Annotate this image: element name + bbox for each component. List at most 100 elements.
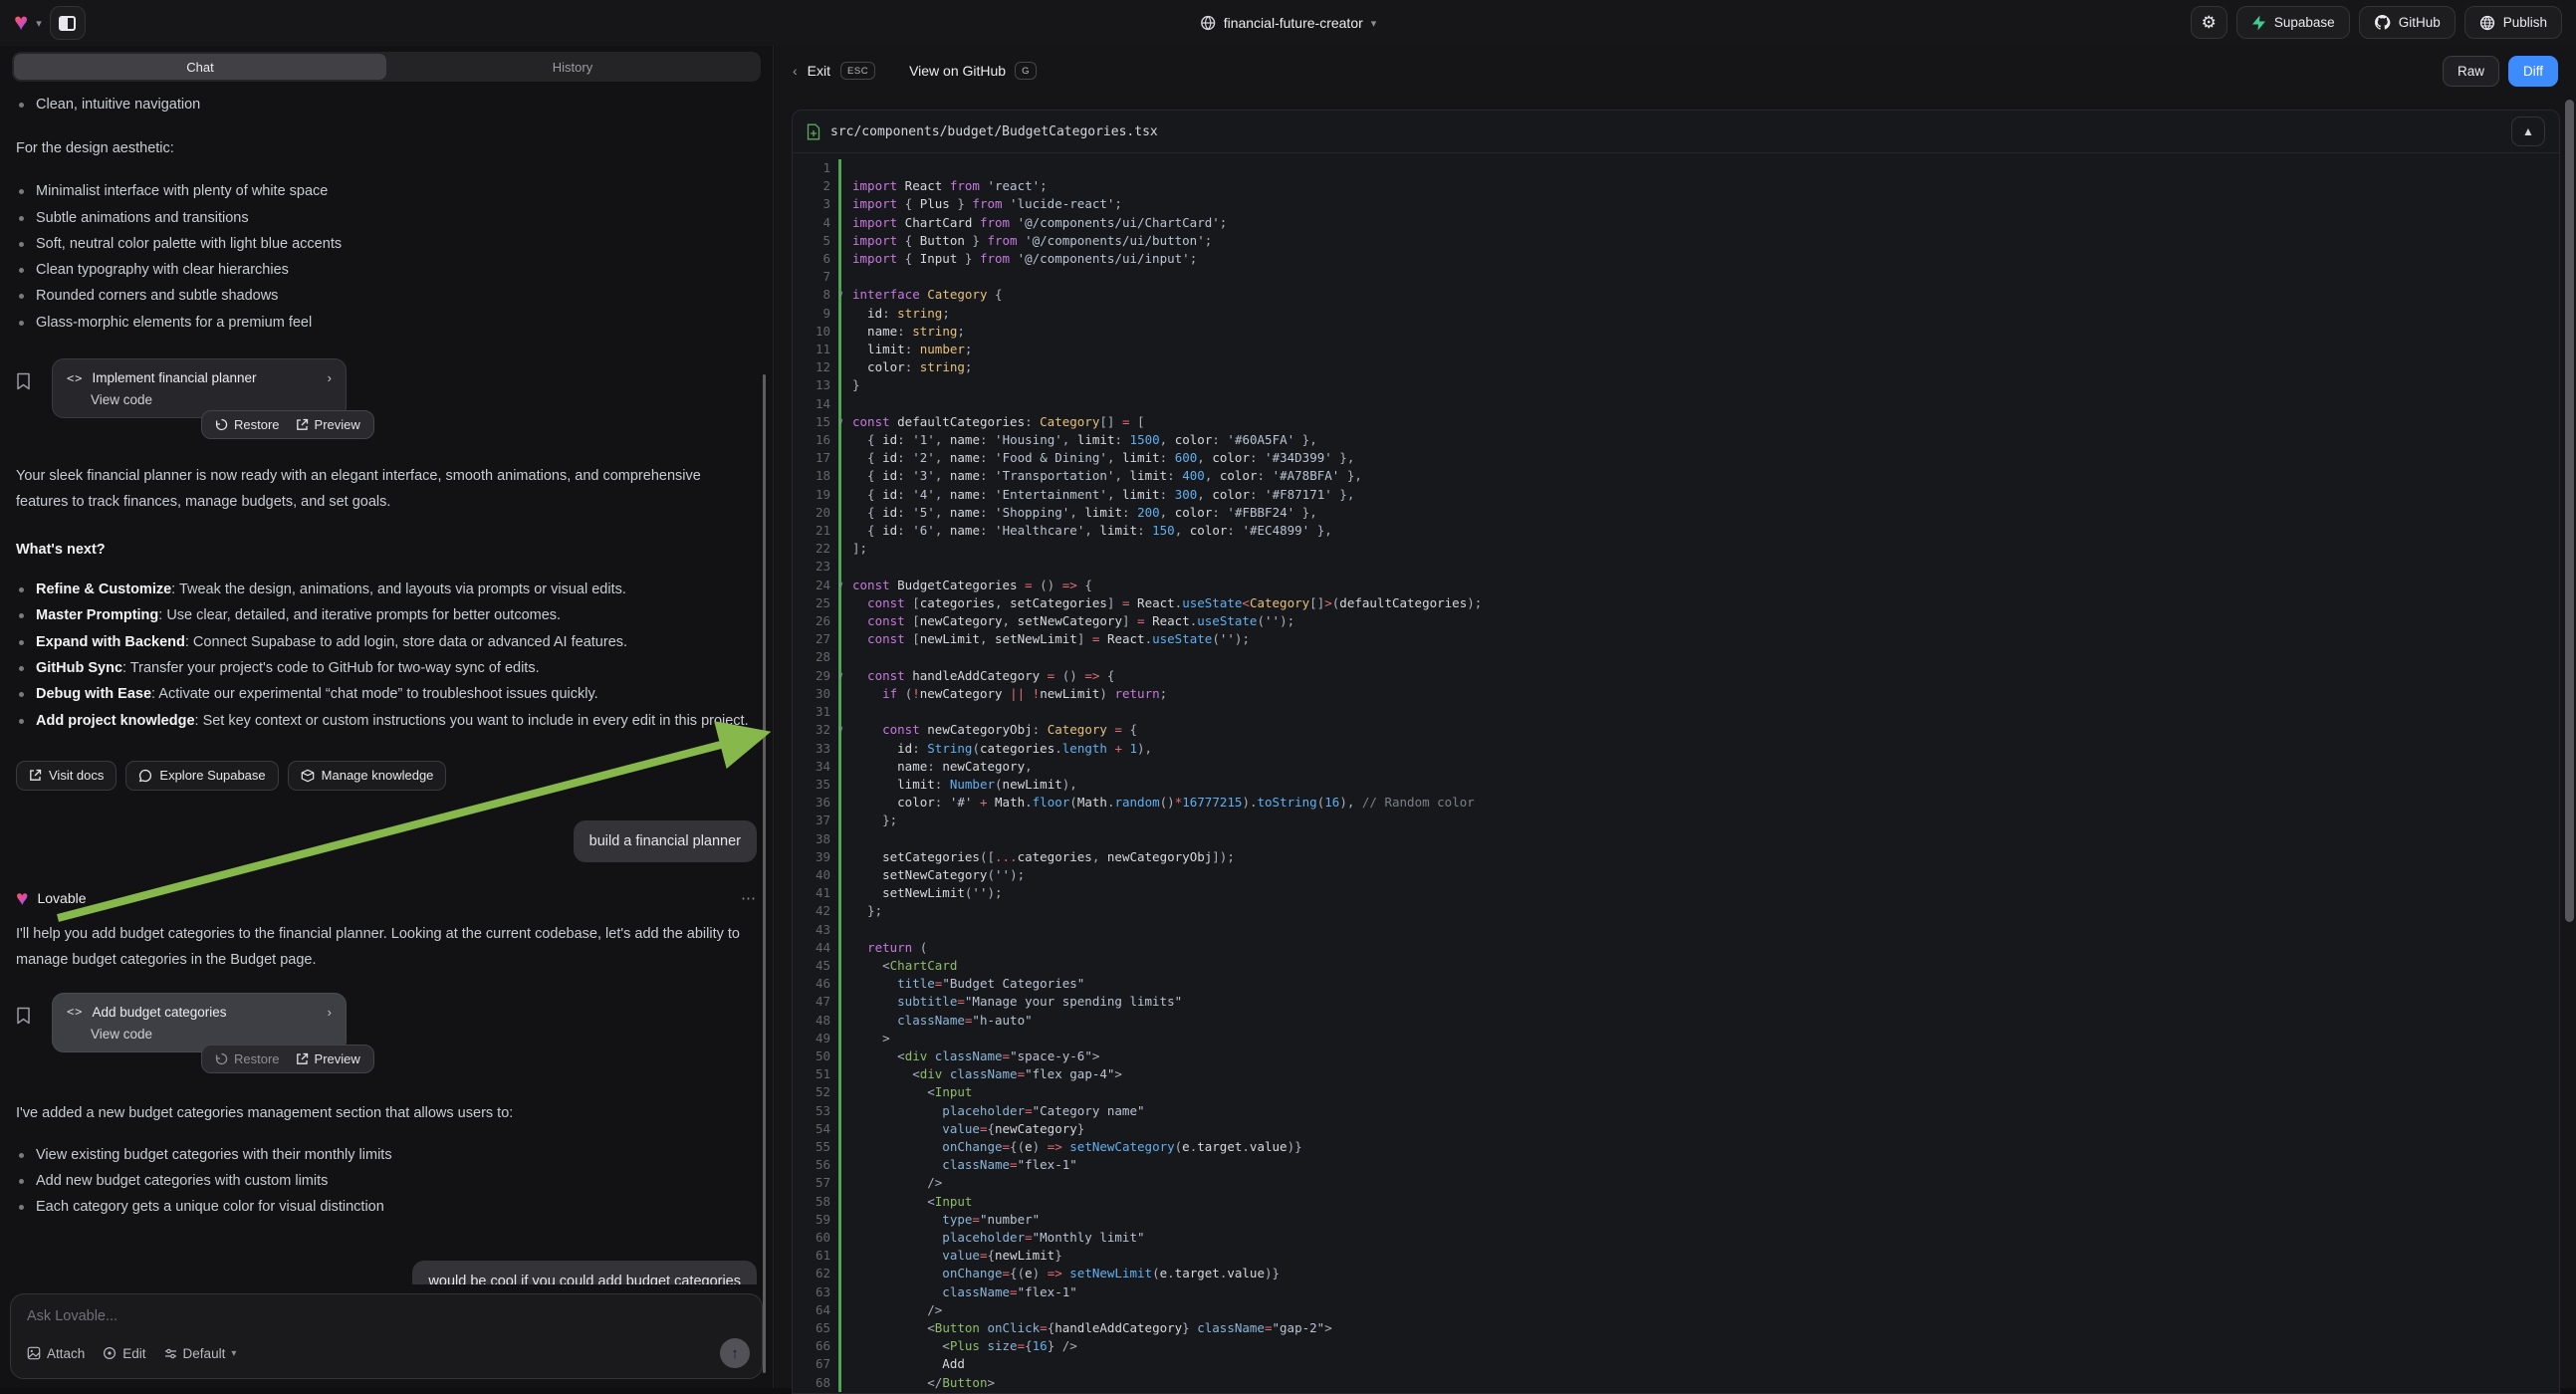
line-number: 14 (793, 395, 838, 413)
code-line: 36 color: '#' + Math.floor(Math.random()… (793, 794, 2559, 812)
bullet-item: Each category gets a unique color for vi… (16, 1194, 757, 1220)
code-line: 44 return ( (793, 939, 2559, 957)
bookmark-icon[interactable] (16, 358, 52, 395)
publish-globe-icon (2479, 15, 2495, 31)
line-number: 27 (793, 630, 838, 648)
diff-toggle-button[interactable]: Diff (2508, 56, 2558, 87)
code-line: 55 onChange={(e) => setNewCategory(e.tar… (793, 1138, 2559, 1156)
code-line: 52 <Input (793, 1083, 2559, 1101)
restore-button[interactable]: Restore (215, 1051, 280, 1066)
toggle-sidebar-button[interactable] (50, 6, 86, 40)
line-number: 11 (793, 341, 838, 358)
line-number: 44 (793, 939, 838, 957)
line-number: 23 (793, 558, 838, 576)
window-scrollbar[interactable] (2565, 100, 2574, 922)
code-panel: ‹ Exit ESC View on GitHub G Raw Diff src… (775, 46, 2576, 1388)
bullet-item: Soft, neutral color palette with light b… (16, 231, 757, 257)
chevron-down-icon[interactable]: ▾ (36, 17, 42, 30)
line-number: 46 (793, 975, 838, 993)
collapse-file-button[interactable]: ▲ (2511, 116, 2545, 146)
explore-supabase-button[interactable]: Explore Supabase (125, 761, 278, 791)
code-line: 4import ChartCard from '@/components/ui/… (793, 214, 2559, 232)
edit-card-row: <> Implement financial planner › View co… (16, 358, 757, 439)
code-line: 26 const [newCategory, setNewCategory] =… (793, 612, 2559, 630)
fold-toggle-icon[interactable]: ∨ (838, 286, 843, 304)
code-panel-header: ‹ Exit ESC View on GitHub G Raw Diff (775, 46, 2576, 96)
code-line: 31 (793, 703, 2559, 721)
code-line: 19 { id: '4', name: 'Entertainment', lim… (793, 486, 2559, 504)
bullet-item: Clean, intuitive navigation (16, 92, 757, 117)
line-number: 12 (793, 358, 838, 376)
line-number: 19 (793, 486, 838, 504)
line-number: 63 (793, 1283, 838, 1301)
project-switcher[interactable]: financial-future-creator ▾ (1200, 0, 1377, 46)
code-line: 2import React from 'react'; (793, 177, 2559, 195)
code-line: 20 { id: '5', name: 'Shopping', limit: 2… (793, 504, 2559, 522)
quick-actions-row: Visit docs Explore Supabase Manage knowl… (16, 761, 757, 791)
line-number: 56 (793, 1156, 838, 1174)
line-number: 29∨ (793, 667, 838, 685)
line-number: 34 (793, 758, 838, 776)
code-line: 1 (793, 159, 2559, 177)
tab-chat[interactable]: Chat (14, 54, 386, 80)
added-file-icon (807, 123, 820, 140)
line-number: 7 (793, 268, 838, 286)
code-line: 14 (793, 395, 2559, 413)
code-line: 6import { Input } from '@/components/ui/… (793, 250, 2559, 268)
exit-button[interactable]: ‹ Exit ESC (793, 62, 875, 80)
message-more-button[interactable]: ⋯ (741, 889, 757, 907)
preview-button[interactable]: Preview (296, 1051, 360, 1066)
fold-toggle-icon[interactable]: ∨ (838, 577, 843, 594)
line-number: 30 (793, 685, 838, 703)
edit-mode-button[interactable]: Edit (103, 1346, 145, 1361)
edit-card-implement-financial-planner[interactable]: <> Implement financial planner › View co… (52, 358, 347, 418)
file-header: src/components/budget/BudgetCategories.t… (793, 111, 2559, 153)
manage-knowledge-button[interactable]: Manage knowledge (288, 761, 447, 791)
github-button[interactable]: GitHub (2359, 6, 2456, 39)
code-line: 45 <ChartCard (793, 957, 2559, 975)
restore-icon (215, 418, 228, 431)
model-selector[interactable]: Default ▾ (164, 1346, 237, 1361)
chat-scrollbar[interactable] (763, 374, 766, 1373)
line-number: 38 (793, 830, 838, 848)
attach-button[interactable]: Attach (27, 1346, 85, 1361)
settings-button[interactable]: ⚙ (2191, 6, 2227, 39)
line-number: 53 (793, 1102, 838, 1120)
chat-scroll-area[interactable]: Clean, intuitive navigation For the desi… (0, 88, 773, 1284)
composer-input[interactable]: Ask Lovable... (27, 1308, 748, 1324)
bullet-item: Debug with Ease: Activate our experiment… (16, 681, 757, 707)
bullet-item: View existing budget categories with the… (16, 1142, 757, 1168)
publish-button[interactable]: Publish (2464, 6, 2562, 39)
code-line: 17 { id: '2', name: 'Food & Dining', lim… (793, 449, 2559, 467)
restore-button[interactable]: Restore (215, 417, 280, 432)
view-code-link[interactable]: View code (91, 1027, 332, 1042)
preview-button[interactable]: Preview (296, 417, 360, 432)
fold-toggle-icon[interactable]: ∨ (838, 413, 843, 431)
view-code-link[interactable]: View code (91, 392, 332, 407)
raw-toggle-button[interactable]: Raw (2443, 56, 2499, 87)
supabase-button[interactable]: Supabase (2236, 6, 2350, 39)
code-line: 22]; (793, 540, 2559, 558)
line-number: 51 (793, 1065, 838, 1083)
code-editor[interactable]: 1 2import React from 'react';3import { P… (793, 153, 2559, 1392)
code-line: 34 name: newCategory, (793, 758, 2559, 776)
view-on-github-link[interactable]: View on GitHub G (909, 62, 1037, 80)
composer[interactable]: Ask Lovable... Attach Edit Default ▾ ↑ (10, 1293, 763, 1379)
tab-history[interactable]: History (386, 54, 759, 80)
assistant-paragraph: Your sleek financial planner is now read… (16, 463, 757, 515)
visit-docs-button[interactable]: Visit docs (16, 761, 117, 791)
bookmark-icon[interactable] (16, 993, 52, 1030)
fold-toggle-icon[interactable]: ∨ (838, 667, 843, 685)
code-line: 18 { id: '3', name: 'Transportation', li… (793, 467, 2559, 485)
fold-toggle-icon[interactable]: ∨ (838, 721, 843, 739)
edit-card-row: <> Add budget categories › View code Res… (16, 993, 757, 1073)
code-line: 42 }; (793, 902, 2559, 920)
line-number: 26 (793, 612, 838, 630)
line-number: 24∨ (793, 577, 838, 594)
line-number: 22 (793, 540, 838, 558)
edit-card-add-budget-categories[interactable]: <> Add budget categories › View code (52, 993, 347, 1052)
code-line: 30 if (!newCategory || !newLimit) return… (793, 685, 2559, 703)
lovable-logo-icon[interactable]: ♥ (14, 11, 28, 35)
send-button[interactable]: ↑ (720, 1338, 750, 1368)
file-path[interactable]: src/components/budget/BudgetCategories.t… (830, 124, 1158, 139)
